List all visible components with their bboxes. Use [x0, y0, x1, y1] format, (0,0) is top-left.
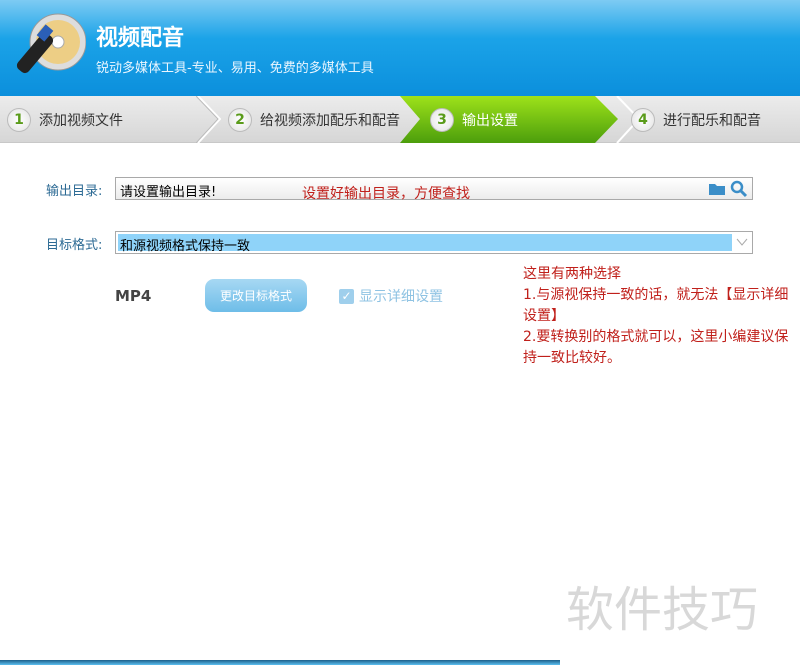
step-label: 进行配乐和配音 — [663, 112, 761, 129]
step-number: 2 — [228, 107, 252, 132]
change-format-button[interactable]: 更改目标格式 — [205, 279, 307, 312]
step-label: 输出设置 — [462, 112, 518, 129]
format-annotation: 这里有两种选择 1.与源视保持一致的话，就无法【显示详细设置】 2.要转换别的格… — [523, 264, 795, 369]
step-number: 1 — [7, 107, 31, 132]
bottom-bar — [0, 660, 560, 665]
step-label: 给视频添加配乐和配音 — [260, 112, 400, 129]
chevron-down-icon[interactable] — [736, 238, 748, 246]
step-1[interactable]: 1 添加视频文件 — [7, 96, 123, 143]
output-dir-value: 请设置输出目录! — [120, 185, 217, 200]
format-value: 和源视频格式保持一致 — [120, 239, 251, 254]
step-3[interactable]: 3 输出设置 — [430, 96, 518, 143]
current-format: MP4 — [115, 287, 152, 305]
watermark: 软件技巧 — [566, 582, 759, 638]
annotation-line: 这里有两种选择 — [523, 266, 621, 282]
app-title: 视频配音 — [96, 26, 185, 51]
search-icon[interactable] — [730, 180, 748, 198]
step-4[interactable]: 4 进行配乐和配音 — [631, 96, 761, 143]
step-label: 添加视频文件 — [39, 112, 123, 129]
step-separator — [196, 96, 221, 143]
step-number: 3 — [430, 107, 454, 132]
output-dir-label: 输出目录: — [46, 184, 103, 199]
output-dir-annotation: 设置好输出目录，方便查找 — [302, 186, 470, 202]
annotation-line: 2.要转换别的格式就可以，这里小编建议保持一致比较好。 — [523, 329, 789, 366]
format-label: 目标格式: — [46, 238, 103, 253]
annotation-line: 1.与源视保持一致的话，就无法【显示详细设置】 — [523, 287, 789, 324]
app-subtitle: 锐动多媒体工具-专业、易用、免费的多媒体工具 — [96, 61, 374, 76]
app-header: 视频配音 锐动多媒体工具-专业、易用、免费的多媒体工具 — [0, 0, 800, 96]
step-2[interactable]: 2 给视频添加配乐和配音 — [228, 96, 400, 143]
show-details-label: 显示详细设置 — [359, 289, 443, 305]
checkbox-check-icon: ✓ — [339, 288, 354, 304]
format-select[interactable]: 和源视频格式保持一致 — [115, 231, 753, 254]
show-details-checkbox[interactable]: ✓ 显示详细设置 — [339, 286, 443, 306]
folder-icon[interactable] — [708, 181, 726, 196]
app-logo-icon — [16, 13, 86, 74]
step-number: 4 — [631, 107, 655, 132]
